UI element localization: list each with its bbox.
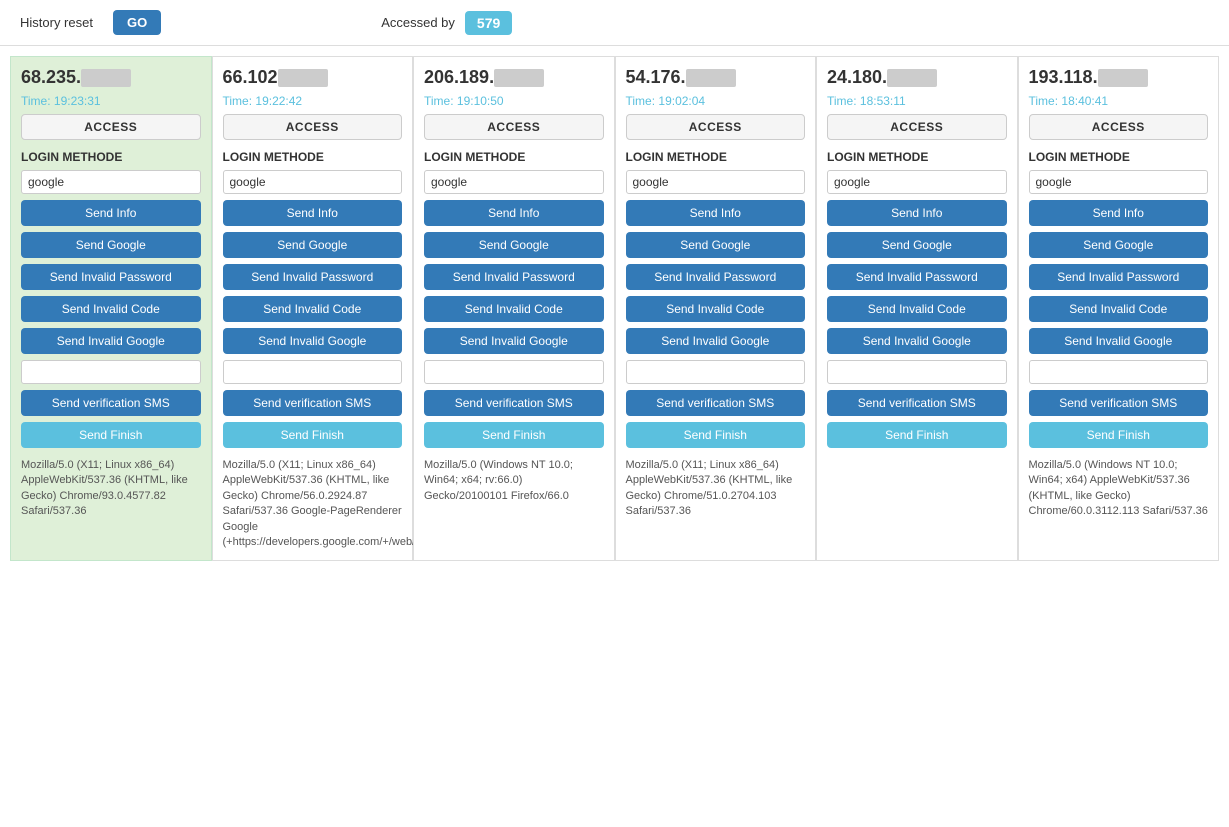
time-text: Time: 19:10:50 [424, 94, 604, 108]
send-invalid-google-button[interactable]: Send Invalid Google [424, 328, 604, 354]
login-method-label: LOGIN METHODE [1029, 150, 1209, 164]
send-invalid-code-button[interactable]: Send Invalid Code [223, 296, 403, 322]
send-verification-sms-button[interactable]: Send verification SMS [827, 390, 1007, 416]
send-invalid-password-button[interactable]: Send Invalid Password [223, 264, 403, 290]
send-info-button[interactable]: Send Info [827, 200, 1007, 226]
login-method-label: LOGIN METHODE [424, 150, 604, 164]
access-button[interactable]: ACCESS [223, 114, 403, 140]
user-agent: Mozilla/5.0 (Windows NT 10.0; Win64; x64… [1029, 458, 1209, 520]
send-verification-sms-button[interactable]: Send verification SMS [21, 390, 201, 416]
send-invalid-google-button[interactable]: Send Invalid Google [21, 328, 201, 354]
send-invalid-password-button[interactable]: Send Invalid Password [424, 264, 604, 290]
login-method-input[interactable] [21, 170, 201, 194]
ip-address: 24.180. [827, 67, 1007, 88]
send-invalid-google-button[interactable]: Send Invalid Google [1029, 328, 1209, 354]
cards-container: 68.235. Time: 19:23:31 ACCESS LOGIN METH… [0, 46, 1229, 571]
go-button[interactable]: GO [113, 10, 161, 35]
login-method-label: LOGIN METHODE [827, 150, 1007, 164]
send-invalid-password-button[interactable]: Send Invalid Password [21, 264, 201, 290]
send-finish-button[interactable]: Send Finish [424, 422, 604, 448]
send-invalid-google-button[interactable]: Send Invalid Google [626, 328, 806, 354]
access-button[interactable]: ACCESS [424, 114, 604, 140]
time-text: Time: 19:23:31 [21, 94, 201, 108]
send-invalid-code-button[interactable]: Send Invalid Code [1029, 296, 1209, 322]
user-agent: Mozilla/5.0 (X11; Linux x86_64) AppleWeb… [21, 458, 201, 520]
time-text: Time: 19:02:04 [626, 94, 806, 108]
top-bar: History reset GO Accessed by 579 [0, 0, 1229, 46]
login-method-input[interactable] [424, 170, 604, 194]
login-method-label: LOGIN METHODE [21, 150, 201, 164]
send-google-button[interactable]: Send Google [1029, 232, 1209, 258]
login-method-input[interactable] [1029, 170, 1209, 194]
send-invalid-code-button[interactable]: Send Invalid Code [827, 296, 1007, 322]
send-info-button[interactable]: Send Info [21, 200, 201, 226]
login-method-input[interactable] [626, 170, 806, 194]
user-agent: Mozilla/5.0 (X11; Linux x86_64) AppleWeb… [626, 458, 806, 520]
card-3: 54.176. Time: 19:02:04 ACCESS LOGIN METH… [615, 56, 817, 561]
send-invalid-password-button[interactable]: Send Invalid Password [626, 264, 806, 290]
access-button[interactable]: ACCESS [626, 114, 806, 140]
send-info-button[interactable]: Send Info [626, 200, 806, 226]
user-agent: Mozilla/5.0 (Windows NT 10.0; Win64; x64… [424, 458, 604, 504]
ip-address: 68.235. [21, 67, 201, 88]
time-text: Time: 18:53:11 [827, 94, 1007, 108]
send-google-button[interactable]: Send Google [827, 232, 1007, 258]
send-verification-sms-button[interactable]: Send verification SMS [626, 390, 806, 416]
time-text: Time: 19:22:42 [223, 94, 403, 108]
send-finish-button[interactable]: Send Finish [223, 422, 403, 448]
card-5: 193.118. Time: 18:40:41 ACCESS LOGIN MET… [1018, 56, 1220, 561]
send-verification-sms-button[interactable]: Send verification SMS [223, 390, 403, 416]
send-invalid-password-button[interactable]: Send Invalid Password [1029, 264, 1209, 290]
accessed-count: 579 [465, 11, 512, 35]
card-0: 68.235. Time: 19:23:31 ACCESS LOGIN METH… [10, 56, 212, 561]
ip-address: 206.189. [424, 67, 604, 88]
send-invalid-code-button[interactable]: Send Invalid Code [424, 296, 604, 322]
send-google-button[interactable]: Send Google [21, 232, 201, 258]
sms-input[interactable] [424, 360, 604, 384]
send-google-button[interactable]: Send Google [424, 232, 604, 258]
login-method-label: LOGIN METHODE [223, 150, 403, 164]
send-invalid-google-button[interactable]: Send Invalid Google [827, 328, 1007, 354]
card-4: 24.180. Time: 18:53:11 ACCESS LOGIN METH… [816, 56, 1018, 561]
send-google-button[interactable]: Send Google [223, 232, 403, 258]
send-invalid-code-button[interactable]: Send Invalid Code [21, 296, 201, 322]
login-method-input[interactable] [827, 170, 1007, 194]
sms-input[interactable] [626, 360, 806, 384]
send-invalid-google-button[interactable]: Send Invalid Google [223, 328, 403, 354]
user-agent: Mozilla/5.0 (X11; Linux x86_64) AppleWeb… [223, 458, 403, 550]
send-info-button[interactable]: Send Info [223, 200, 403, 226]
sms-input[interactable] [827, 360, 1007, 384]
send-invalid-code-button[interactable]: Send Invalid Code [626, 296, 806, 322]
send-google-button[interactable]: Send Google [626, 232, 806, 258]
accessed-label: Accessed by [381, 15, 455, 30]
sms-input[interactable] [1029, 360, 1209, 384]
sms-input[interactable] [223, 360, 403, 384]
accessed-section: Accessed by 579 [381, 11, 512, 35]
send-info-button[interactable]: Send Info [1029, 200, 1209, 226]
send-finish-button[interactable]: Send Finish [626, 422, 806, 448]
send-invalid-password-button[interactable]: Send Invalid Password [827, 264, 1007, 290]
access-button[interactable]: ACCESS [21, 114, 201, 140]
send-info-button[interactable]: Send Info [424, 200, 604, 226]
ip-address: 193.118. [1029, 67, 1209, 88]
login-method-input[interactable] [223, 170, 403, 194]
send-verification-sms-button[interactable]: Send verification SMS [424, 390, 604, 416]
send-finish-button[interactable]: Send Finish [1029, 422, 1209, 448]
ip-address: 66.102 [223, 67, 403, 88]
send-finish-button[interactable]: Send Finish [827, 422, 1007, 448]
access-button[interactable]: ACCESS [827, 114, 1007, 140]
card-1: 66.102 Time: 19:22:42 ACCESS LOGIN METHO… [212, 56, 414, 561]
card-2: 206.189. Time: 19:10:50 ACCESS LOGIN MET… [413, 56, 615, 561]
login-method-label: LOGIN METHODE [626, 150, 806, 164]
history-reset-label: History reset [20, 15, 93, 30]
send-verification-sms-button[interactable]: Send verification SMS [1029, 390, 1209, 416]
send-finish-button[interactable]: Send Finish [21, 422, 201, 448]
time-text: Time: 18:40:41 [1029, 94, 1209, 108]
sms-input[interactable] [21, 360, 201, 384]
ip-address: 54.176. [626, 67, 806, 88]
access-button[interactable]: ACCESS [1029, 114, 1209, 140]
